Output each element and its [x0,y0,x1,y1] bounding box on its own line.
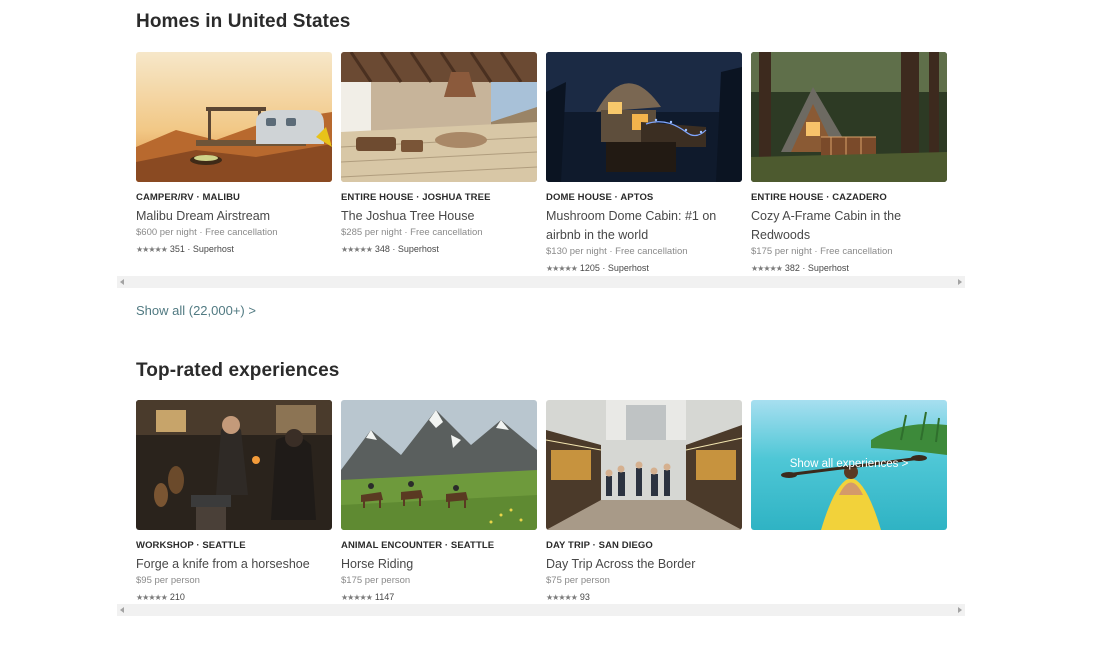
experience-kicker: WORKSHOP · SEATTLE [136,540,246,551]
home-kicker: ENTIRE HOUSE · JOSHUA TREE [341,192,491,203]
star-rating-icon: ★★★★★ [136,245,168,254]
experience-rating: ★★★★★ 1147 [341,592,394,602]
experience-photo-forge[interactable] [136,400,332,530]
experience-price: $95 per person [136,575,200,586]
home-title[interactable]: Mushroom Dome Cabin: #1 on airbnb in the… [546,207,742,245]
review-count: 382 · Superhost [784,263,849,273]
scroll-right-arrow-icon[interactable] [958,607,962,613]
home-rating: ★★★★★ 1205 · Superhost [546,263,649,273]
scroll-left-arrow-icon[interactable] [120,279,124,285]
home-title[interactable]: Malibu Dream Airstream [136,207,332,226]
home-kicker: ENTIRE HOUSE · CAZADERO [751,192,887,203]
home-price: $285 per night · Free cancellation [341,227,483,238]
star-rating-icon: ★★★★★ [341,593,373,602]
experience-photo-day-trip[interactable] [546,400,742,530]
star-rating-icon: ★★★★★ [341,245,373,254]
home-price: $600 per night · Free cancellation [136,227,278,238]
experience-rating: ★★★★★ 93 [546,592,590,602]
show-all-homes-link[interactable]: Show all (22,000+) > [136,303,256,318]
home-photo-a-frame[interactable] [751,52,947,182]
review-count: 1205 · Superhost [579,263,649,273]
review-count: 93 [579,592,590,602]
home-title[interactable]: The Joshua Tree House [341,207,537,226]
scroll-left-arrow-icon[interactable] [120,607,124,613]
home-photo-joshua-tree[interactable] [341,52,537,182]
home-price: $175 per night · Free cancellation [751,246,893,257]
experiences-section-title: Top-rated experiences [136,360,340,381]
experiences-carousel: WORKSHOP · SEATTLE Forge a knife from a … [136,400,947,605]
experience-photo-horse-riding[interactable] [341,400,537,530]
home-kicker: DOME HOUSE · APTOS [546,192,654,203]
homes-section-title: Homes in United States [136,11,351,32]
star-rating-icon: ★★★★★ [546,264,578,273]
experience-rating: ★★★★★ 210 [136,592,185,602]
experience-price: $175 per person [341,575,411,586]
home-photo-malibu[interactable] [136,52,332,182]
home-rating: ★★★★★ 348 · Superhost [341,244,439,254]
home-title[interactable]: Cozy A-Frame Cabin in the Redwoods [751,207,947,245]
scroll-right-arrow-icon[interactable] [958,279,962,285]
experience-kicker: ANIMAL ENCOUNTER · SEATTLE [341,540,495,551]
home-rating: ★★★★★ 382 · Superhost [751,263,849,273]
home-rating: ★★★★★ 351 · Superhost [136,244,234,254]
review-count: 1147 [374,592,395,602]
show-all-experiences-link[interactable]: Show all experiences > [751,458,947,470]
homes-carousel: CAMPER/RV · MALIBU Malibu Dream Airstrea… [136,52,947,277]
experience-title[interactable]: Day Trip Across the Border [546,555,742,574]
experience-title[interactable]: Forge a knife from a horseshoe [136,555,332,574]
experiences-scrollbar[interactable] [117,604,965,616]
homes-scrollbar[interactable] [117,276,965,288]
star-rating-icon: ★★★★★ [751,264,783,273]
home-photo-mushroom-dome[interactable] [546,52,742,182]
home-kicker: CAMPER/RV · MALIBU [136,192,241,203]
experience-title[interactable]: Horse Riding [341,555,537,574]
star-rating-icon: ★★★★★ [546,593,578,602]
experience-kicker: DAY TRIP · SAN DIEGO [546,540,653,551]
review-count: 210 [169,592,185,602]
star-rating-icon: ★★★★★ [136,593,168,602]
experience-price: $75 per person [546,575,610,586]
review-count: 348 · Superhost [374,244,439,254]
home-price: $130 per night · Free cancellation [546,246,688,257]
review-count: 351 · Superhost [169,244,234,254]
